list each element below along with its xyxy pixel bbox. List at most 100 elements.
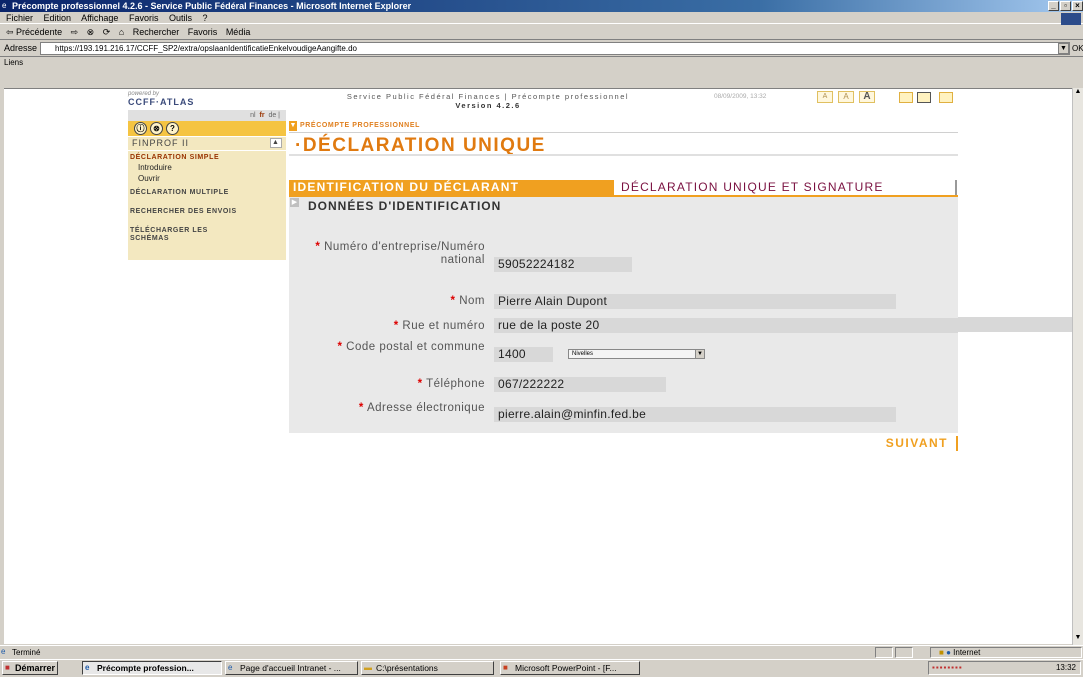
menu-bar: Fichier Edition Affichage Favoris Outils…	[0, 12, 1083, 24]
menu-affichage[interactable]: Affichage	[81, 13, 118, 23]
font-size-medium-button[interactable]: A	[838, 91, 854, 103]
postal-code-field[interactable]: 1400	[494, 347, 553, 362]
home-icon[interactable]: ⌂	[119, 27, 124, 37]
zone-label: Internet	[953, 648, 981, 657]
clock: 13:32	[1055, 663, 1076, 672]
font-size-large-button[interactable]: A	[859, 91, 875, 103]
required-mark: *	[417, 378, 423, 390]
status-text: Terminé	[0, 645, 1083, 659]
status-pane	[895, 647, 913, 658]
street-field[interactable]: rue de la poste 20	[494, 318, 958, 333]
collapse-icon[interactable]: ▲	[270, 138, 282, 148]
section-title: DONNÉES D'IDENTIFICATION	[308, 199, 502, 213]
lang-nl[interactable]: nl	[250, 112, 255, 119]
postal-label-text: Code postal et commune	[346, 341, 485, 353]
font-size-small-button[interactable]: A	[817, 91, 833, 103]
street-field-overflow	[958, 317, 1072, 332]
street-label-text: Rue et numéro	[402, 320, 485, 332]
address-input[interactable]: https://193.191.216.17/CCFF_SP2/extra/op…	[40, 42, 1070, 55]
lang-de[interactable]: de	[268, 112, 276, 119]
enterprise-label-text: Numéro d'entreprise/Numéro national	[324, 241, 485, 266]
forward-button[interactable]: ⇨	[71, 27, 79, 37]
globe-icon: ●	[946, 648, 951, 657]
task-precompte[interactable]: e Précompte profession...	[82, 661, 222, 675]
go-button[interactable]: OK	[1072, 42, 1083, 55]
vertical-scrollbar[interactable]	[1072, 88, 1083, 645]
commune-selected: Nivelles	[572, 351, 594, 357]
identification-form	[289, 197, 958, 433]
layout-medium-button[interactable]	[917, 92, 931, 103]
header-service: Service Public Fédéral Finances | Précom…	[273, 92, 703, 112]
scroll-down-icon[interactable]: ▼	[1073, 634, 1083, 644]
system-tray: ▪▪▪▪▪▪▪▪ 13:32	[928, 661, 1081, 675]
postal-label: * Code postal et commune	[289, 340, 485, 354]
menu-favoris[interactable]: Favoris	[129, 13, 159, 23]
menu-fichier[interactable]: Fichier	[6, 13, 33, 23]
logout-icon[interactable]: ⊗	[150, 122, 163, 135]
lang-fr[interactable]: fr	[259, 112, 264, 119]
tab-identification[interactable]: IDENTIFICATION DU DÉCLARANT	[289, 180, 614, 195]
commune-select[interactable]: Nivelles ▼	[568, 349, 705, 359]
stop-icon[interactable]: ⊗	[87, 27, 95, 37]
title-divider	[289, 154, 958, 156]
sidebar-nav: DÉCLARATION SIMPLE Introduire Ouvrir DÉC…	[128, 150, 286, 260]
info-icon[interactable]: ⓘ	[134, 122, 147, 135]
layout-narrow-button[interactable]	[899, 92, 913, 103]
required-mark: *	[358, 402, 364, 414]
required-mark: *	[315, 241, 321, 253]
enterprise-label: * Numéro d'entreprise/Numéro national	[289, 241, 485, 267]
refresh-icon[interactable]: ⟳	[103, 27, 111, 37]
section-arrow-icon: ▶	[290, 198, 299, 207]
scroll-up-icon[interactable]: ▲	[1073, 88, 1083, 98]
next-button[interactable]: SUIVANT	[852, 436, 958, 451]
phone-field[interactable]: 067/222222	[494, 377, 666, 392]
folder-icon: ▬	[364, 663, 372, 672]
menu-edition[interactable]: Edition	[44, 13, 72, 23]
tab-declaration-signature[interactable]: DÉCLARATION UNIQUE ET SIGNATURE	[615, 180, 957, 195]
windows-icon: ■	[5, 663, 10, 672]
enterprise-number-field[interactable]: 59052224182	[494, 257, 632, 272]
media-button[interactable]: Média	[226, 27, 251, 37]
task-powerpoint[interactable]: ■ Microsoft PowerPoint - [F...	[500, 661, 640, 675]
ie-icon: e	[2, 1, 7, 10]
app-logo: powered by CCFF·ATLAS	[128, 91, 268, 111]
task-label: Page d'accueil Intranet - ...	[240, 663, 341, 673]
service-line: Service Public Fédéral Finances | Précom…	[346, 92, 630, 101]
search-button[interactable]: Rechercher	[133, 27, 180, 37]
back-button[interactable]: ⇦ Précédente	[6, 27, 62, 37]
start-button[interactable]: ■ Démarrer	[2, 661, 58, 675]
enterprise-label-wrap: * Numéro d'entreprise/Numéro national	[289, 241, 485, 289]
sidebar-item-rechercher-envois[interactable]: RECHERCHER DES ENVOIS	[128, 205, 286, 216]
maximize-button[interactable]: ▫	[1060, 1, 1071, 11]
menu-help[interactable]: ?	[203, 13, 208, 23]
sidebar-item-ouvrir[interactable]: Ouvrir	[128, 173, 286, 184]
breadcrumb-divider	[289, 132, 958, 133]
sidebar-item-declaration-multiple[interactable]: DÉCLARATION MULTIPLE	[128, 186, 286, 197]
sidebar-icon-bar: ⓘ ⊗?	[128, 121, 286, 136]
name-field[interactable]: Pierre Alain Dupont	[494, 294, 896, 309]
tray-icons[interactable]: ▪▪▪▪▪▪▪▪	[932, 663, 1032, 673]
task-intranet[interactable]: e Page d'accueil Intranet - ...	[225, 661, 358, 675]
help-icon[interactable]: ?	[166, 122, 179, 135]
security-zone: ■ ● Internet	[930, 647, 1082, 658]
chevron-down-icon[interactable]: ▼	[695, 350, 704, 358]
favorites-button[interactable]: Favoris	[188, 27, 218, 37]
sidebar-item-introduire[interactable]: Introduire	[128, 162, 286, 173]
minimize-button[interactable]: _	[1048, 1, 1059, 11]
breadcrumb[interactable]: PRÉCOMPTE PROFESSIONNEL	[289, 120, 479, 132]
task-presentations[interactable]: ▬ C:\présentations	[361, 661, 494, 675]
sidebar-item-declaration-simple[interactable]: DÉCLARATION SIMPLE	[128, 150, 286, 162]
task-label: Microsoft PowerPoint - [F...	[515, 663, 617, 673]
sidebar-item-telecharger-schemas[interactable]: TÉLÉCHARGER LES SCHÉMAS	[128, 224, 238, 243]
layout-wide-button[interactable]	[939, 92, 953, 103]
logo-text: CCFF·ATLAS	[128, 97, 195, 107]
close-button[interactable]: ×	[1072, 1, 1083, 11]
start-label: Démarrer	[15, 663, 56, 673]
menu-outils[interactable]: Outils	[169, 13, 192, 23]
address-dropdown-icon[interactable]: ▼	[1058, 43, 1069, 54]
links-label[interactable]: Liens	[0, 56, 1083, 68]
name-label: * Nom	[289, 295, 485, 308]
toolbar: ⇦ Précédente ⇨ ⊗ ⟳ ⌂ Rechercher Favoris …	[0, 25, 1083, 40]
ie-icon: e	[85, 663, 90, 672]
email-field[interactable]: pierre.alain@minfin.fed.be	[494, 407, 896, 422]
